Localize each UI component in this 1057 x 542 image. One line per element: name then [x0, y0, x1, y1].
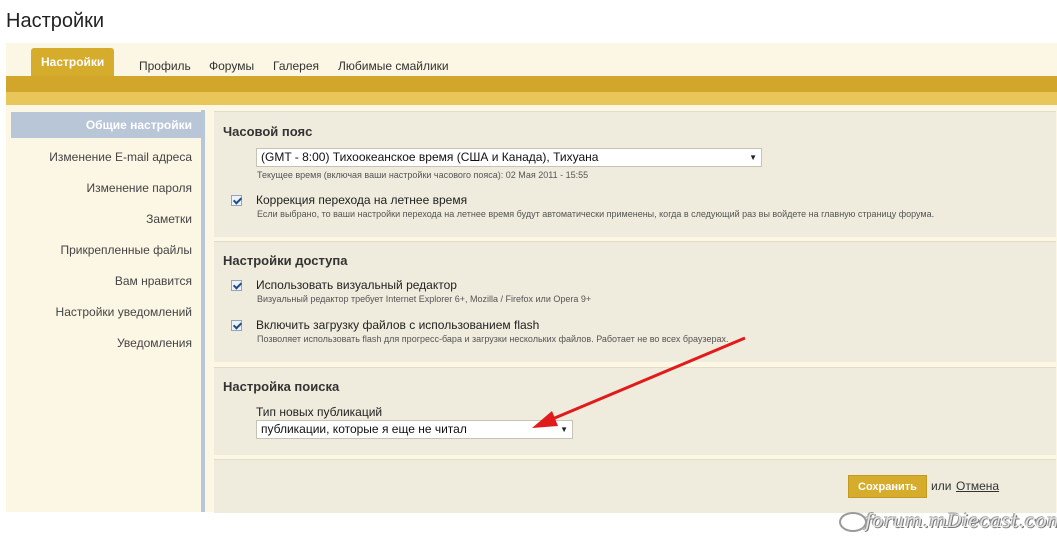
sidebar-item-attachments[interactable]: Прикрепленные файлы: [60, 243, 192, 257]
actions-panel: [214, 459, 1056, 513]
timezone-panel: Часовой пояс (GMT - 8:00) Тихоокеанское …: [214, 111, 1056, 237]
dst-label: Коррекция перехода на летнее время: [256, 193, 468, 207]
header-bar: [6, 76, 1057, 105]
visual-editor-label: Использовать визуальный редактор: [256, 278, 457, 292]
cancel-link[interactable]: Отмена: [956, 479, 999, 493]
watermark-logo-icon: [839, 512, 867, 532]
visual-editor-checkbox[interactable]: [231, 280, 242, 291]
new-posts-label: Тип новых публикаций: [256, 405, 383, 419]
new-posts-select-value: публикации, которые я еще не читал: [261, 422, 467, 436]
sidebar-item-change-password[interactable]: Изменение пароля: [87, 181, 192, 195]
watermark: forum.mDiecast.com: [839, 508, 1057, 538]
tab-settings[interactable]: Настройки: [31, 48, 115, 77]
visual-editor-hint: Визуальный редактор требует Internet Exp…: [257, 294, 592, 304]
dst-checkbox[interactable]: [231, 195, 242, 206]
dst-hint: Если выбрано, то ваши настройки перехода…: [257, 209, 935, 219]
timezone-select[interactable]: (GMT - 8:00) Тихоокеанское время (США и …: [256, 148, 762, 167]
search-panel: Настройка поиска Тип новых публикаций пу…: [214, 367, 1056, 455]
sidebar-item-likes[interactable]: Вам нравится: [115, 274, 192, 288]
tab-gallery[interactable]: Галерея: [273, 59, 319, 73]
search-title: Настройка поиска: [223, 379, 340, 394]
or-text: или: [931, 479, 952, 493]
sidebar-item-notes[interactable]: Заметки: [146, 212, 192, 226]
tab-bar: Настройки Профиль Форумы Галерея Любимые…: [6, 43, 1057, 77]
timezone-select-value: (GMT - 8:00) Тихоокеанское время (США и …: [261, 150, 599, 164]
settings-main: Часовой пояс (GMT - 8:00) Тихоокеанское …: [205, 105, 1057, 513]
access-panel: Настройки доступа Использовать визуальны…: [214, 241, 1056, 362]
page-title: Настройки: [6, 10, 105, 32]
sidebar-item-change-email[interactable]: Изменение E-mail адреса: [49, 150, 192, 164]
tab-forums[interactable]: Форумы: [209, 59, 254, 73]
watermark-text: forum.mDiecast.com: [865, 510, 1057, 532]
tab-favorite-smileys[interactable]: Любимые смайлики: [338, 59, 449, 73]
sidebar-item-general-settings[interactable]: Общие настройки: [11, 112, 201, 138]
sidebar-item-notifications[interactable]: Уведомления: [117, 336, 192, 350]
save-button[interactable]: Сохранить: [848, 475, 927, 498]
sidebar-item-notification-settings[interactable]: Настройки уведомлений: [56, 305, 192, 319]
flash-upload-checkbox[interactable]: [231, 320, 242, 331]
tab-profile[interactable]: Профиль: [139, 59, 191, 73]
chevron-down-icon: ▼: [560, 425, 568, 434]
access-title: Настройки доступа: [223, 253, 348, 268]
flash-upload-label: Включить загрузку файлов с использование…: [256, 318, 540, 332]
timezone-title: Часовой пояс: [223, 124, 313, 139]
flash-upload-hint: Позволяет использовать flash для прогрес…: [257, 334, 729, 344]
current-time-hint: Текущее время (включая ваши настройки ча…: [257, 170, 589, 180]
sidebar: Общие настройки Изменение E-mail адреса …: [6, 105, 205, 512]
chevron-down-icon: ▼: [749, 153, 757, 162]
new-posts-select[interactable]: публикации, которые я еще не читал ▼: [256, 420, 573, 439]
